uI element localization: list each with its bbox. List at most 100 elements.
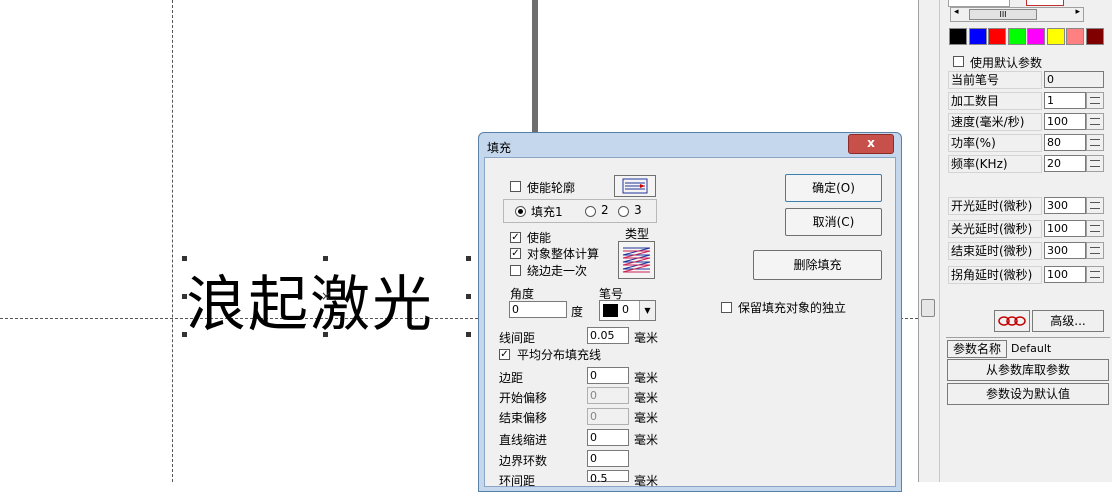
ok-button[interactable]: 确定(O): [785, 174, 882, 202]
selection-handle[interactable]: [323, 332, 328, 337]
loop-count-input[interactable]: 0: [587, 450, 629, 467]
fill-2-radio[interactable]: [585, 206, 596, 217]
palette-swatch[interactable]: [1085, 28, 1104, 45]
start-offset-label: 开始偏移: [499, 391, 548, 405]
end-offset-label: 结束偏移: [499, 411, 548, 425]
keep-fill-independent-label: 保留填充对象的独立: [738, 301, 847, 315]
hscroll-thumb[interactable]: III: [969, 9, 1037, 20]
advanced-button[interactable]: 高级...: [1032, 310, 1104, 332]
scrollbar-thumb[interactable]: [921, 299, 935, 317]
param-label-laser-on-delay: 开光延时(微秒): [948, 197, 1042, 215]
wave-icon: [998, 316, 1026, 326]
line-spacing-label: 线间距: [499, 331, 536, 345]
corner-delay-spinner[interactable]: [1086, 266, 1104, 283]
angle-input[interactable]: 0: [509, 301, 567, 318]
cancel-button[interactable]: 取消(C): [785, 208, 882, 236]
palette-swatch[interactable]: [1027, 28, 1045, 45]
line-indent-input[interactable]: 0: [587, 429, 629, 446]
even-distribute-label: 平均分布填充线: [517, 348, 602, 362]
laser-off-delay-spinner[interactable]: [1086, 220, 1104, 237]
param-label-current-pen: 当前笔号: [948, 71, 1042, 89]
fill-3-radio[interactable]: [618, 206, 629, 217]
loop-spacing-input[interactable]: 0.5: [587, 470, 629, 485]
guide-line-vertical: [172, 0, 173, 482]
speed-spinner[interactable]: [1086, 113, 1104, 130]
loop-count-label: 边界环数: [499, 454, 548, 468]
selection-handle[interactable]: [466, 332, 471, 337]
count-input[interactable]: 1: [1044, 92, 1086, 109]
pen-select[interactable]: 0 ▼: [599, 300, 656, 321]
enable-fill-checkbox[interactable]: ✓: [510, 232, 521, 243]
selection-handle[interactable]: [323, 256, 328, 261]
power-input[interactable]: 80: [1044, 134, 1086, 151]
enable-outline-label: 使能轮廓: [527, 181, 576, 195]
pen-list-hscrollbar[interactable]: ◂ III ▸: [950, 7, 1084, 22]
canvas-text-object[interactable]: 浪起激光: [186, 256, 434, 343]
selection-handle[interactable]: [182, 256, 187, 261]
margin-label: 边距: [499, 371, 524, 385]
center-cross-icon: ×: [321, 289, 332, 303]
palette-swatch[interactable]: [1046, 28, 1065, 45]
line-spacing-input[interactable]: 0.05: [587, 327, 629, 344]
speed-input[interactable]: 100: [1044, 113, 1086, 130]
palette-swatch[interactable]: [1007, 28, 1026, 45]
margin-input[interactable]: 0: [587, 367, 629, 384]
fill-type-button[interactable]: [618, 241, 655, 279]
end-offset-unit: 毫米: [634, 411, 659, 425]
set-as-default-button[interactable]: 参数设为默认值: [947, 383, 1109, 405]
delete-fill-button[interactable]: 删除填充: [753, 250, 882, 280]
margin-unit: 毫米: [634, 371, 659, 385]
divider: [946, 337, 1110, 338]
edge-once-checkbox[interactable]: [510, 265, 521, 276]
selection-handle[interactable]: [466, 294, 471, 299]
palette-swatch[interactable]: [988, 28, 1006, 45]
end-offset-input: 0: [587, 408, 629, 425]
param-name-value: Default: [1009, 340, 1109, 358]
frequency-spinner[interactable]: [1086, 155, 1104, 172]
laser-on-delay-spinner[interactable]: [1086, 197, 1104, 214]
pen-color-fragment: [1026, 0, 1064, 6]
selection-handle[interactable]: [466, 256, 471, 261]
selection-handle[interactable]: [182, 332, 187, 337]
zigzag-fill-icon: [622, 247, 651, 273]
corner-delay-input[interactable]: 100: [1044, 266, 1086, 283]
line-indent-unit: 毫米: [634, 433, 659, 447]
power-spinner[interactable]: [1086, 134, 1104, 151]
end-delay-spinner[interactable]: [1086, 242, 1104, 259]
scroll-left-icon[interactable]: ◂: [954, 7, 959, 17]
enable-outline-checkbox[interactable]: [510, 181, 521, 192]
enable-fill-label: 使能: [527, 231, 552, 245]
palette-swatch[interactable]: [949, 28, 967, 45]
param-label-corner-delay: 拐角延时(微秒): [948, 266, 1042, 284]
end-delay-input[interactable]: 300: [1044, 242, 1086, 259]
load-from-library-button[interactable]: 从参数库取参数: [947, 359, 1109, 381]
laser-on-delay-input[interactable]: 300: [1044, 197, 1086, 214]
laser-off-delay-input[interactable]: 100: [1044, 220, 1086, 237]
palette-swatch[interactable]: [1066, 28, 1084, 45]
outline-settings-button[interactable]: [614, 175, 656, 197]
fill-1-radio[interactable]: [515, 206, 526, 217]
fill-type-label: 类型: [625, 227, 650, 241]
selection-handle[interactable]: [182, 294, 187, 299]
scroll-right-icon[interactable]: ▸: [1075, 7, 1080, 17]
pen-list-fragment: [948, 0, 1010, 7]
param-label-laser-off-delay: 关光延时(微秒): [948, 220, 1042, 238]
canvas-vertical-scrollbar[interactable]: [918, 0, 940, 482]
param-name-label: 参数名称: [947, 340, 1007, 358]
keep-fill-independent-checkbox[interactable]: [721, 302, 732, 313]
chevron-down-icon[interactable]: ▼: [639, 301, 655, 320]
line-indent-label: 直线缩进: [499, 433, 548, 447]
whole-object-calc-checkbox[interactable]: ✓: [510, 248, 521, 259]
palette-swatch[interactable]: [968, 28, 987, 45]
loop-spacing-unit: 毫米: [634, 474, 659, 488]
param-label-power: 功率(%): [948, 134, 1042, 152]
angle-label: 角度: [510, 287, 535, 301]
edge-once-label: 绕边走一次: [527, 264, 588, 278]
count-spinner[interactable]: [1086, 92, 1104, 109]
frequency-input[interactable]: 20: [1044, 155, 1086, 172]
even-distribute-checkbox[interactable]: ✓: [499, 349, 510, 360]
close-button[interactable]: x: [848, 134, 894, 154]
use-default-params-checkbox[interactable]: [953, 56, 964, 67]
whole-object-calc-label: 对象整体计算: [527, 247, 600, 261]
advanced-icon-button[interactable]: [994, 310, 1030, 332]
